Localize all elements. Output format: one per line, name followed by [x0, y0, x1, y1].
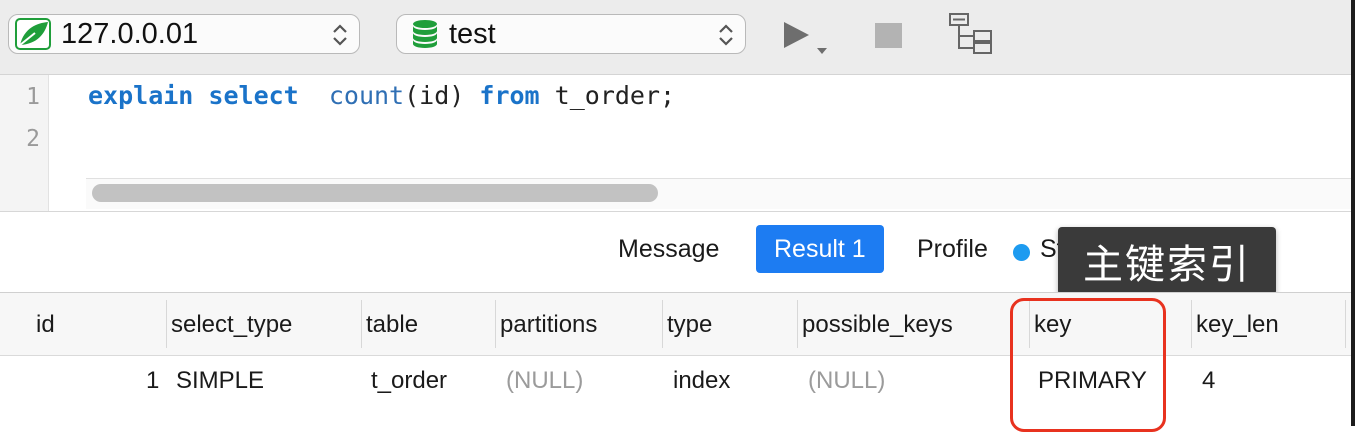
connection-select[interactable]: 127.0.0.01 [8, 14, 360, 54]
cell-key-len[interactable]: 4 [1202, 367, 1215, 395]
stop-icon[interactable] [874, 22, 904, 50]
column-separator[interactable] [166, 300, 167, 348]
function-count: count [328, 81, 405, 110]
line-gutter: 1 2 [0, 75, 49, 211]
keyword-select: select [208, 81, 299, 110]
cell-id[interactable]: 1 [146, 367, 159, 395]
line-number: 1 [26, 84, 40, 110]
window-edge [1351, 0, 1355, 426]
chevron-updown-icon [719, 24, 733, 46]
tab-profile[interactable]: Profile [917, 225, 988, 273]
column-header-key-len[interactable]: key_len [1196, 311, 1279, 339]
divider [0, 211, 1355, 212]
cell-select-type[interactable]: SIMPLE [176, 367, 264, 395]
database-select[interactable]: test [396, 14, 746, 54]
column-header-possible-keys[interactable]: possible_keys [802, 311, 953, 339]
toolbar: 127.0.0.01 test [0, 0, 1355, 75]
column-header-id[interactable]: id [36, 311, 55, 339]
code-line[interactable]: explain select count(id) from t_order; [88, 81, 675, 110]
cell-type[interactable]: index [673, 367, 730, 395]
tab-message[interactable]: Message [618, 225, 719, 273]
cell-possible-keys[interactable]: (NULL) [808, 367, 885, 395]
chevron-updown-icon [333, 24, 347, 46]
table-name: t_order; [554, 81, 676, 110]
keyword-from: from [479, 81, 540, 110]
key-highlight-box [1010, 298, 1166, 432]
column-separator[interactable] [797, 300, 798, 348]
tab-result-1[interactable]: Result 1 [756, 225, 884, 273]
annotation-tooltip: 主键索引 [1058, 227, 1276, 295]
play-icon[interactable] [782, 20, 832, 58]
column-separator[interactable] [662, 300, 663, 348]
column-header-table[interactable]: table [366, 311, 418, 339]
cell-partitions[interactable]: (NULL) [506, 367, 583, 395]
leaf-connection-icon [15, 18, 51, 50]
column-header-partitions[interactable]: partitions [500, 311, 597, 339]
column-header-type[interactable]: type [667, 311, 712, 339]
line-number: 2 [26, 126, 40, 152]
connection-label: 127.0.0.01 [61, 17, 199, 50]
keyword-explain: explain [88, 81, 194, 110]
database-icon [413, 20, 437, 48]
column-separator[interactable] [495, 300, 496, 348]
column-separator[interactable] [361, 300, 362, 348]
status-dot-icon [1013, 244, 1030, 261]
column-separator[interactable] [1191, 300, 1192, 348]
column-header-select-type[interactable]: select_type [171, 311, 292, 339]
editor-hscroll-thumb[interactable] [92, 184, 658, 202]
database-label: test [449, 17, 496, 50]
column-separator[interactable] [1345, 300, 1346, 348]
explain-tree-icon[interactable] [948, 12, 994, 58]
cell-table[interactable]: t_order [371, 367, 447, 395]
function-args: (id) [404, 81, 465, 110]
